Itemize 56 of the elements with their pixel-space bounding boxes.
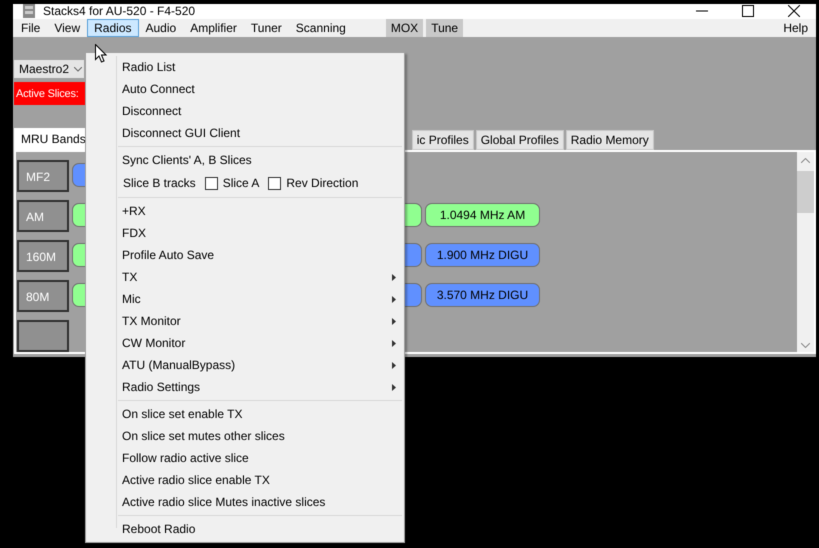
menu-item[interactable]: Follow radio active slice — [86, 447, 404, 469]
maximize-icon[interactable] — [742, 5, 754, 17]
menu-item[interactable]: Active radio slice Mutes inactive slices — [86, 491, 404, 513]
submenu-arrow-icon — [392, 274, 396, 280]
menu-item[interactable]: +RX — [86, 200, 404, 222]
submenu-arrow-icon — [392, 318, 396, 324]
menu-item[interactable]: TX Monitor — [86, 310, 404, 332]
app-icon — [23, 4, 35, 18]
scroll-down-icon[interactable] — [801, 343, 810, 348]
scroll-up-icon[interactable] — [801, 158, 810, 163]
checkbox[interactable] — [268, 176, 282, 190]
checkbox-label[interactable]: Rev Direction — [286, 176, 358, 190]
menu-item[interactable]: Amplifier — [183, 19, 244, 37]
toggle-button[interactable]: MOX — [386, 19, 424, 37]
menu-item[interactable]: On slice set enable TX — [86, 403, 404, 425]
submenu-arrow-icon — [392, 362, 396, 368]
menu-item[interactable]: TX — [86, 266, 404, 288]
menu-item[interactable]: Tuner — [244, 19, 289, 37]
radio-dropdown[interactable]: Maestro2 — [14, 60, 84, 78]
menu-item[interactable]: Profile Auto Save — [86, 244, 404, 266]
tab[interactable]: ic Profiles — [412, 130, 474, 150]
band-button[interactable] — [17, 320, 69, 352]
slice-button[interactable]: 1.900 MHz DIGU — [425, 243, 540, 267]
submenu-arrow-icon — [392, 296, 396, 302]
slice-button[interactable]: 1.0494 MHz AM — [425, 203, 540, 227]
menu-item[interactable]: View — [47, 19, 88, 37]
scroll-thumb[interactable] — [797, 171, 814, 213]
submenu-arrow-icon — [392, 384, 396, 390]
menu-item[interactable]: Scanning — [288, 19, 353, 37]
slice-button[interactable]: 3.570 MHz DIGU — [425, 283, 540, 307]
checkbox-label[interactable]: Slice A — [222, 176, 260, 190]
menu-item[interactable]: Help — [776, 19, 815, 37]
menu-item[interactable]: On slice set mutes other slices — [86, 425, 404, 447]
window-title: Stacks4 for AU-520 - F4-520 — [43, 4, 196, 18]
menu-item[interactable]: Radio Settings — [86, 376, 404, 398]
menu-item[interactable]: Radio List — [86, 56, 404, 78]
menu-item[interactable]: Reboot Radio — [86, 518, 404, 540]
menu-item[interactable]: Mic — [86, 288, 404, 310]
menu-item[interactable]: Radios — [87, 19, 138, 37]
scrollbar[interactable] — [797, 152, 814, 352]
checkbox[interactable] — [204, 176, 218, 190]
menu-item[interactable]: Active radio slice enable TX — [86, 469, 404, 491]
menu-item[interactable]: Sync Clients' A, B Slices — [86, 149, 404, 171]
close-icon[interactable] — [788, 5, 800, 17]
submenu-arrow-icon — [392, 340, 396, 346]
chevron-down-icon[interactable] — [74, 66, 82, 72]
menu-label: Slice B tracks — [123, 176, 196, 190]
menu-item[interactable]: CW Monitor — [86, 332, 404, 354]
menu-item[interactable]: File — [14, 19, 48, 37]
cursor-icon — [95, 44, 107, 63]
tab[interactable]: Radio Memory — [566, 130, 654, 150]
menu-item[interactable]: FDX — [86, 222, 404, 244]
menu-item[interactable]: ATU (ManualBypass) — [86, 354, 404, 376]
toggle-button[interactable]: Tune — [426, 19, 464, 37]
tab[interactable]: Global Profiles — [476, 130, 564, 150]
menu-item[interactable]: Audio — [138, 19, 184, 37]
